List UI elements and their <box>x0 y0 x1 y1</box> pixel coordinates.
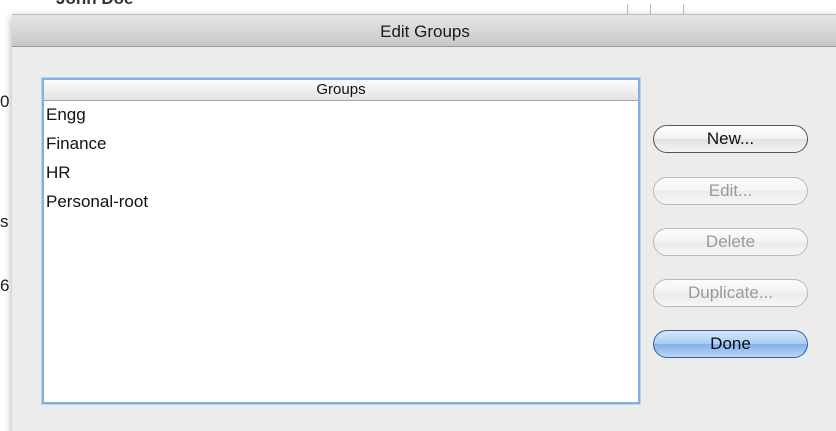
group-row-engg[interactable]: Engg <box>44 101 638 130</box>
group-row-finance[interactable]: Finance <box>44 130 638 159</box>
edit-groups-sheet: Edit Groups Groups Engg Finance HR Perso… <box>12 14 836 431</box>
background-window-edge: 0 s 6 <box>0 0 12 431</box>
background-glyph: s <box>0 212 9 231</box>
groups-table[interactable]: Groups Engg Finance HR Personal-root <box>42 78 640 404</box>
sheet-titlebar: Edit Groups <box>12 14 836 47</box>
sheet-title: Edit Groups <box>380 22 470 41</box>
edit-button[interactable]: Edit... <box>653 177 808 205</box>
group-row-hr[interactable]: HR <box>44 159 638 188</box>
group-row-personal-root[interactable]: Personal-root <box>44 188 638 217</box>
background-glyph: 0 <box>0 92 10 111</box>
screen: 0 s 6 John Doe Edit Groups Groups Engg F… <box>0 0 836 431</box>
groups-list: Engg Finance HR Personal-root <box>44 101 638 217</box>
duplicate-button[interactable]: Duplicate... <box>653 279 808 307</box>
background-glyph: 6 <box>0 276 10 295</box>
new-button[interactable]: New... <box>653 125 808 153</box>
background-contact-name: John Doe <box>56 0 133 9</box>
delete-button[interactable]: Delete <box>653 228 808 256</box>
done-button[interactable]: Done <box>653 330 808 358</box>
groups-column-header[interactable]: Groups <box>44 80 638 101</box>
